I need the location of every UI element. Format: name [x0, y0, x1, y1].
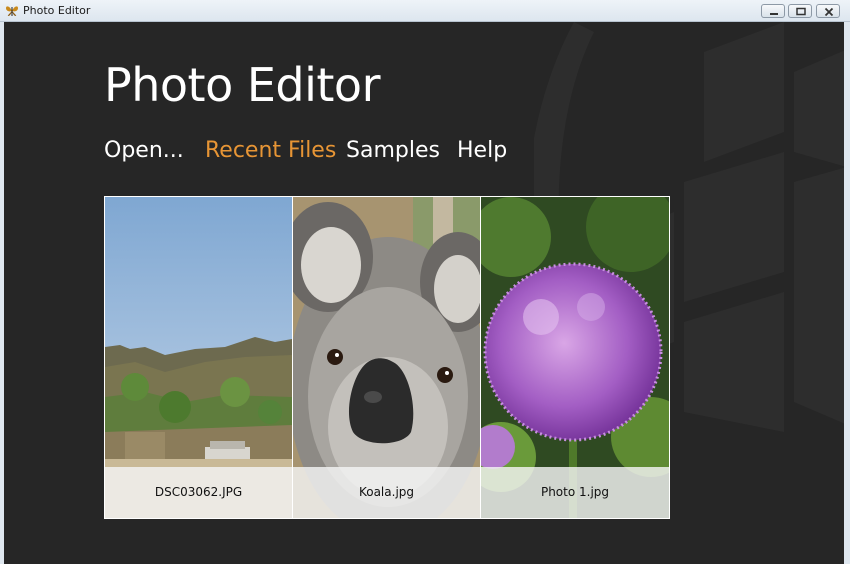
butterfly-icon	[6, 6, 18, 16]
recent-files-gallery: DSC03062.JPG Koala.jpg Photo 1.jpg	[104, 196, 670, 519]
file-name: Photo 1.jpg	[540, 485, 610, 499]
file-name: DSC03062.JPG	[154, 485, 243, 499]
maximize-button[interactable]	[788, 4, 812, 18]
page-title: Photo Editor	[104, 58, 380, 112]
nav-open-link[interactable]: Open...	[104, 138, 184, 163]
nav-samples-link[interactable]: Samples	[346, 138, 440, 163]
file-name: Koala.jpg	[358, 485, 415, 499]
app-window: Photo Editor Open... Recent Files Sample…	[4, 22, 844, 564]
window-title: Photo Editor	[23, 4, 91, 17]
file-caption: DSC03062.JPG	[105, 467, 292, 518]
recent-file-tile[interactable]: DSC03062.JPG	[105, 197, 292, 518]
minimize-icon	[770, 13, 778, 15]
title-bar[interactable]: Photo Editor	[0, 0, 850, 22]
file-caption: Photo 1.jpg	[481, 467, 669, 518]
minimize-button[interactable]	[761, 4, 785, 18]
close-button[interactable]	[816, 4, 840, 18]
maximize-icon	[796, 7, 806, 16]
nav-recent-files-link[interactable]: Recent Files	[205, 138, 336, 163]
close-icon	[824, 7, 834, 17]
nav-help-link[interactable]: Help	[457, 138, 507, 163]
recent-file-tile[interactable]: Koala.jpg	[293, 197, 480, 518]
file-caption: Koala.jpg	[293, 467, 480, 518]
recent-file-tile[interactable]: Photo 1.jpg	[481, 197, 669, 518]
